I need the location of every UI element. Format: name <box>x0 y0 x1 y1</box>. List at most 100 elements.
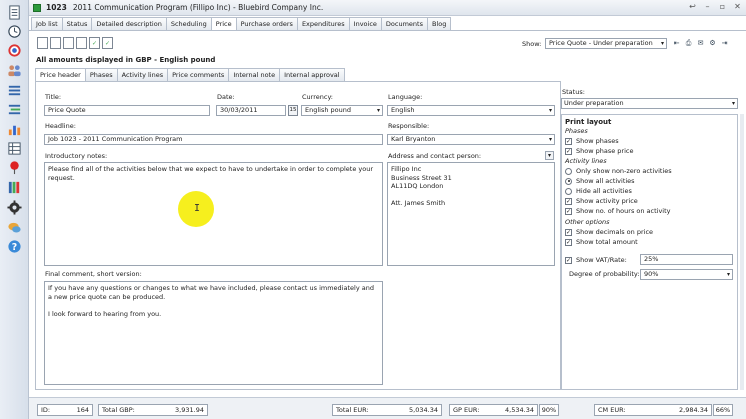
probability-value: 90% <box>644 270 659 278</box>
show-vat-checkbox[interactable]: ✓ <box>565 256 572 264</box>
show-hours-checkbox[interactable]: ✓ <box>565 207 572 215</box>
list-icon[interactable] <box>4 81 25 99</box>
pin-icon[interactable] <box>4 158 25 176</box>
tab-status[interactable]: Status <box>61 17 93 30</box>
show-decimals-option[interactable]: ✓ Show decimals on price <box>565 228 653 236</box>
calendar-icon[interactable]: 15 <box>288 105 298 116</box>
date-label: Date: <box>217 93 235 101</box>
grid-icon[interactable] <box>4 139 25 157</box>
tab-price[interactable]: Price <box>210 17 237 31</box>
job-id: 1023 <box>46 3 67 12</box>
tab-expenditures[interactable]: Expenditures <box>296 17 350 30</box>
only-nonzero-radio[interactable] <box>565 167 572 175</box>
address-textarea[interactable]: Fillipo Inc Business Street 31 AL11DQ Lo… <box>387 162 555 266</box>
cm-eur-value: 2,984.34 <box>679 406 708 414</box>
books-icon[interactable] <box>4 178 25 196</box>
maximize-icon[interactable]: ▫ <box>718 2 727 11</box>
print-icon[interactable]: ⎙ <box>684 38 693 49</box>
totals-footer: ID: 164 Total GBP: 3,931.94 Total EUR: 5… <box>29 397 746 419</box>
tab-job-list[interactable]: Job list <box>31 17 63 30</box>
target-icon[interactable] <box>4 41 25 59</box>
open-document-icon[interactable] <box>50 37 61 49</box>
responsible-select[interactable]: Karl Bryanton ▾ <box>387 134 555 145</box>
tab-price-header[interactable]: Price header <box>35 68 86 82</box>
intro-notes-textarea[interactable]: Please find all of the activities below … <box>44 162 383 266</box>
show-phase-price-checkbox[interactable]: ✓ <box>565 147 572 155</box>
currency-label: Currency: <box>302 93 334 101</box>
show-select[interactable]: Price Quote - Under preparation ▾ <box>545 38 667 49</box>
hide-all-radio[interactable] <box>565 187 572 195</box>
sub-tabs: Price header Phases Activity lines Price… <box>35 68 345 82</box>
date-input[interactable]: 30/03/2011 <box>216 105 286 116</box>
minimize-icon[interactable]: – <box>703 2 712 11</box>
final-comment-textarea[interactable]: If you have any questions or changes to … <box>44 281 383 385</box>
language-select[interactable]: English ▾ <box>387 105 555 116</box>
first-record-icon[interactable]: ⇤ <box>672 38 681 49</box>
show-activity-price-checkbox[interactable]: ✓ <box>565 197 572 205</box>
document-list-icon[interactable] <box>4 3 25 21</box>
responsible-label: Responsible: <box>388 122 430 130</box>
show-total-checkbox[interactable]: ✓ <box>565 238 572 246</box>
chat-icon[interactable] <box>4 218 25 236</box>
show-hours-option[interactable]: ✓ Show no. of hours on activity <box>565 207 671 215</box>
window-controls: ↩ – ▫ ✕ <box>688 2 742 11</box>
status-select[interactable]: Under preparation ▾ <box>561 98 738 109</box>
close-icon[interactable]: ✕ <box>733 2 742 11</box>
chevron-down-icon: ▾ <box>726 271 730 278</box>
tab-scheduling[interactable]: Scheduling <box>165 17 212 30</box>
show-hours-label: Show no. of hours on activity <box>576 207 671 215</box>
show-phase-price-option[interactable]: ✓ Show phase price <box>565 147 633 155</box>
back-icon[interactable]: ↩ <box>688 2 697 11</box>
new-document-icon[interactable] <box>37 37 48 49</box>
next-record-icon[interactable]: ⇥ <box>720 38 729 49</box>
vat-rate-input[interactable]: 25% <box>640 254 733 265</box>
title-input[interactable]: Price Quote <box>44 105 210 116</box>
address-label: Address and contact person: <box>388 152 482 160</box>
show-phases-checkbox[interactable]: ✓ <box>565 137 572 145</box>
tab-detailed-description[interactable]: Detailed description <box>91 17 167 30</box>
show-total-option[interactable]: ✓ Show total amount <box>565 238 638 246</box>
show-phases-option[interactable]: ✓ Show phases <box>565 137 619 145</box>
tab-invoice[interactable]: Invoice <box>348 17 382 30</box>
tab-activity-lines[interactable]: Activity lines <box>116 68 169 81</box>
chevron-down-icon: ▾ <box>548 136 552 143</box>
tab-phases[interactable]: Phases <box>84 68 118 81</box>
show-all-radio[interactable] <box>565 177 572 185</box>
show-decimals-checkbox[interactable]: ✓ <box>565 228 572 236</box>
hide-all-option[interactable]: Hide all activities <box>565 187 632 195</box>
tab-internal-note[interactable]: Internal note <box>228 68 281 81</box>
bar-chart-icon[interactable] <box>4 120 25 138</box>
toolbar: ✓ ✓ Show: Price Quote - Under preparatio… <box>29 37 746 51</box>
tab-internal-approval[interactable]: Internal approval <box>279 68 345 81</box>
probability-select[interactable]: 90% ▾ <box>640 269 733 280</box>
save-document-icon[interactable] <box>76 37 87 49</box>
gear-icon[interactable] <box>4 198 25 216</box>
total-eur-box: Total EUR: 5,034.34 <box>332 404 442 416</box>
copy-document-icon[interactable] <box>63 37 74 49</box>
show-vat-option[interactable]: ✓ Show VAT/Rate: <box>565 256 627 264</box>
only-nonzero-option[interactable]: Only show non-zero activities <box>565 167 672 175</box>
right-scrollbar[interactable] <box>740 114 744 390</box>
tab-purchase-orders[interactable]: Purchase orders <box>235 17 298 30</box>
show-phase-price-label: Show phase price <box>576 147 634 155</box>
headline-input[interactable]: Job 1023 - 2011 Communication Program <box>44 134 383 145</box>
approve-document-icon[interactable]: ✓ <box>89 37 100 49</box>
help-icon[interactable]: ? <box>4 237 25 255</box>
show-activity-price-option[interactable]: ✓ Show activity price <box>565 197 638 205</box>
users-icon[interactable] <box>4 61 25 79</box>
settings-icon[interactable]: ⚙ <box>708 38 717 49</box>
print-layout-title: Print layout <box>565 118 612 126</box>
show-activity-price-label: Show activity price <box>576 197 638 205</box>
tab-documents[interactable]: Documents <box>380 17 428 30</box>
currency-select[interactable]: English pound ▾ <box>301 105 383 116</box>
show-all-option[interactable]: Show all activities <box>565 177 635 185</box>
tab-blog[interactable]: Blog <box>426 17 452 30</box>
tab-price-comments[interactable]: Price comments <box>167 68 230 81</box>
clock-icon[interactable] <box>4 22 25 40</box>
check-document-icon[interactable]: ✓ <box>102 37 113 49</box>
tabs-divider <box>29 30 746 31</box>
show-decimals-label: Show decimals on price <box>576 228 654 236</box>
email-icon[interactable]: ✉ <box>696 38 705 49</box>
chevron-down-icon[interactable]: ▾ <box>545 151 554 160</box>
tasks-icon[interactable] <box>4 100 25 118</box>
